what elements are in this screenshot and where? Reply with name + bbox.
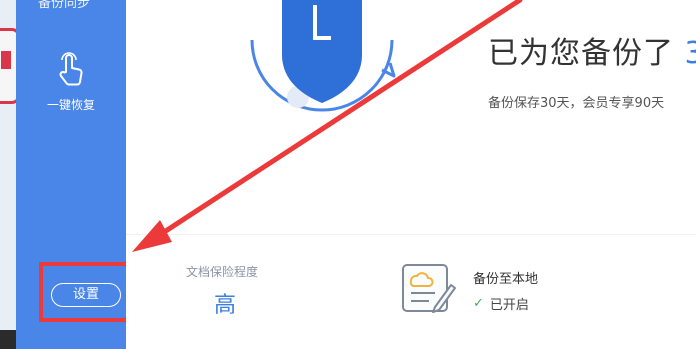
settings-button[interactable]: 设置	[51, 283, 121, 307]
backup-retention-text: 备份保存30天，会员专享90天	[488, 96, 665, 111]
protection-level-value: 高	[214, 293, 237, 318]
divider	[126, 234, 696, 235]
local-backup-status-text: 已开启	[489, 298, 529, 313]
backup-progress-graphic	[232, 0, 422, 124]
local-backup-title: 备份至本地	[473, 272, 539, 287]
desktop-edge	[0, 330, 16, 349]
hand-pointer-icon	[59, 52, 83, 86]
sidebar-item-restore[interactable]: 一键恢复	[16, 50, 126, 120]
backup-count-number: 3	[684, 36, 696, 71]
desktop-background	[0, 0, 16, 349]
cloud-document-icon	[402, 264, 456, 313]
sidebar-item-backup-sync[interactable]: 备份同步	[38, 0, 90, 11]
sidebar: 备份同步 一键恢复 设置	[16, 0, 134, 349]
protection-level-label: 文档保险程度	[186, 265, 259, 279]
backup-title-text: 已为您备份了	[488, 36, 674, 71]
sidebar-item-restore-label: 一键恢复	[46, 98, 95, 112]
desktop-app-icon	[0, 28, 16, 104]
check-icon: ✓	[473, 296, 484, 311]
local-backup-status: ✓ 已开启	[473, 294, 529, 313]
backup-count-title: 已为您备份了 3	[488, 28, 696, 72]
main-panel: 已为您备份了 3 备份保存30天，会员专享90天 文档保险程度 高 备份至本地 …	[126, 0, 696, 349]
